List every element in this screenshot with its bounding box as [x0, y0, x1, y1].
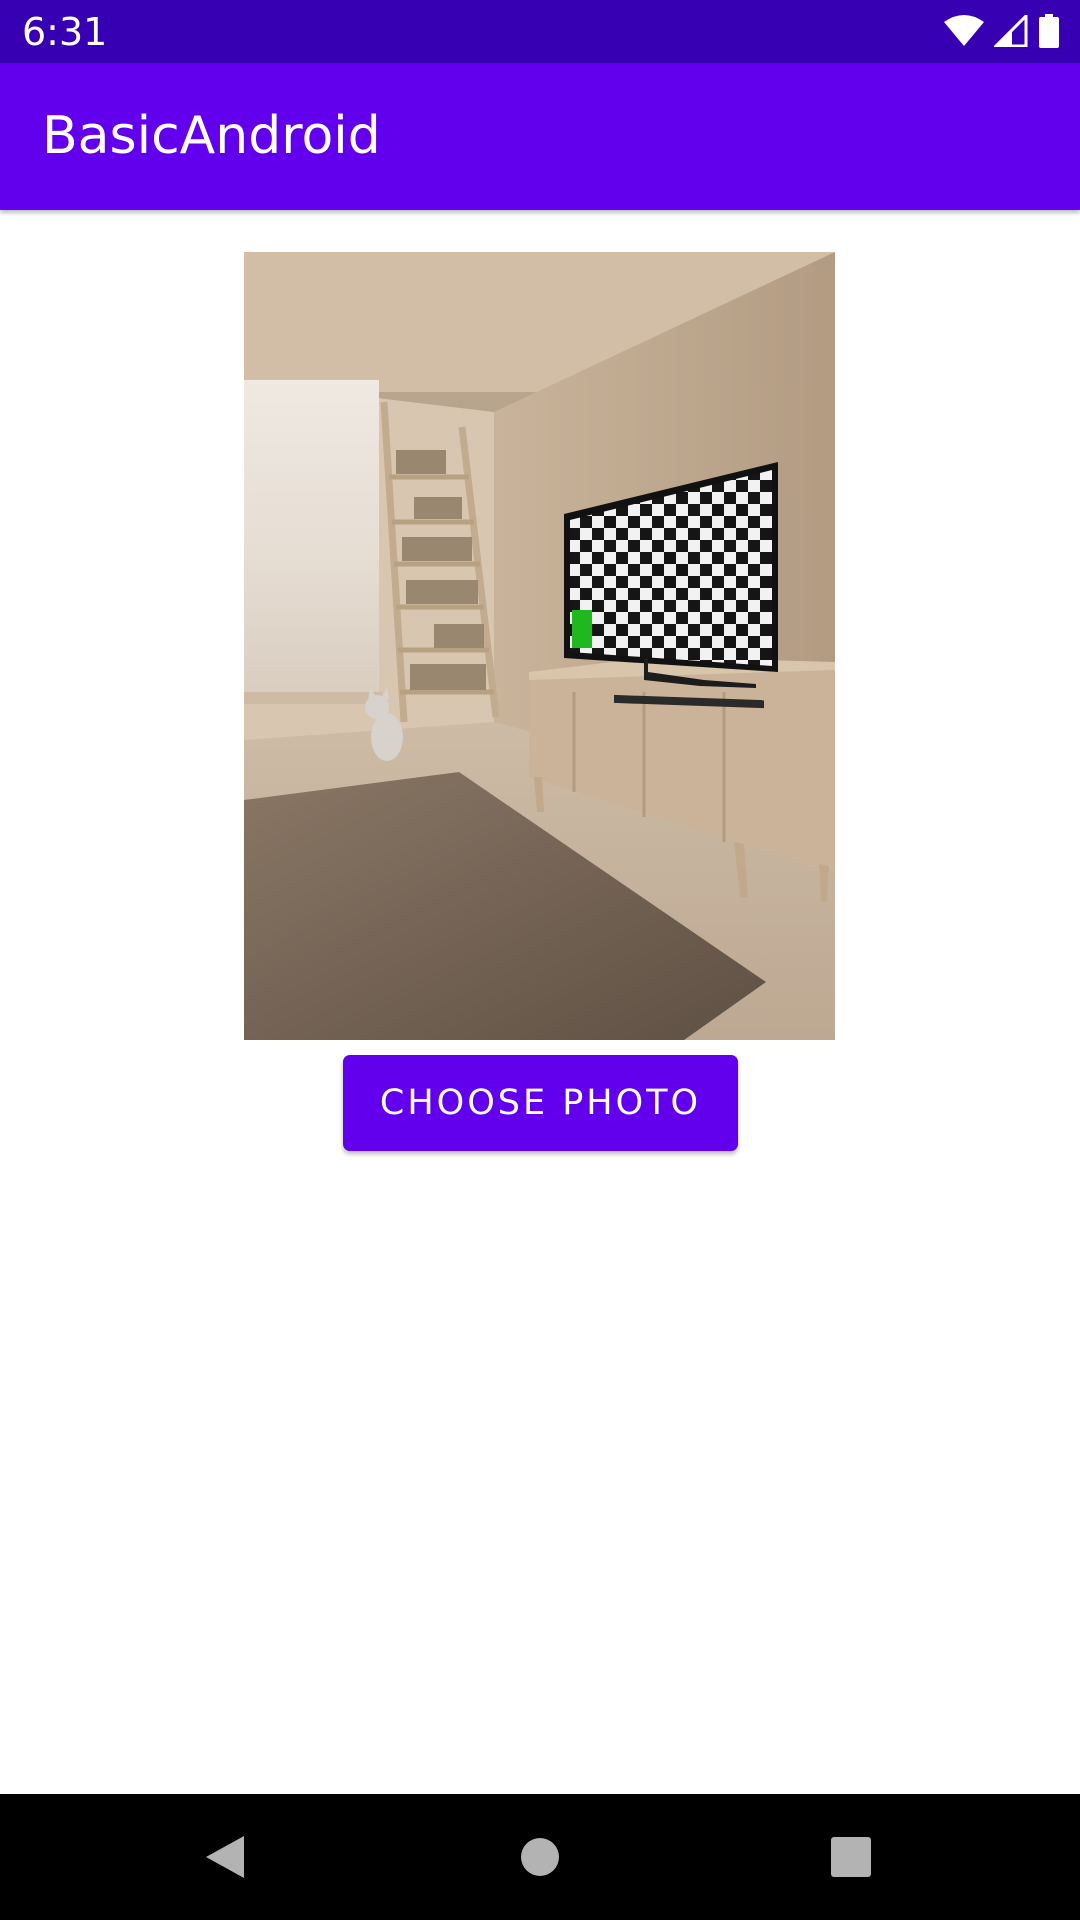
recents-icon[interactable]: [791, 1794, 911, 1920]
battery-icon: [1038, 14, 1060, 48]
wifi-icon: [944, 15, 984, 47]
status-time: 6:31: [22, 10, 108, 54]
home-icon[interactable]: [480, 1794, 600, 1920]
app-bar: BasicAndroid: [0, 63, 1080, 210]
status-icons: [944, 14, 1060, 48]
selected-photo: [244, 252, 835, 1040]
room-photo-image: [244, 252, 835, 1040]
app-title: BasicAndroid: [42, 106, 381, 166]
back-icon[interactable]: [165, 1794, 285, 1920]
cell-signal-icon: [994, 15, 1028, 47]
navigation-bar: [0, 1794, 1080, 1920]
status-bar: 6:31: [0, 0, 1080, 63]
choose-photo-button[interactable]: CHOOSE PHOTO: [343, 1055, 738, 1151]
